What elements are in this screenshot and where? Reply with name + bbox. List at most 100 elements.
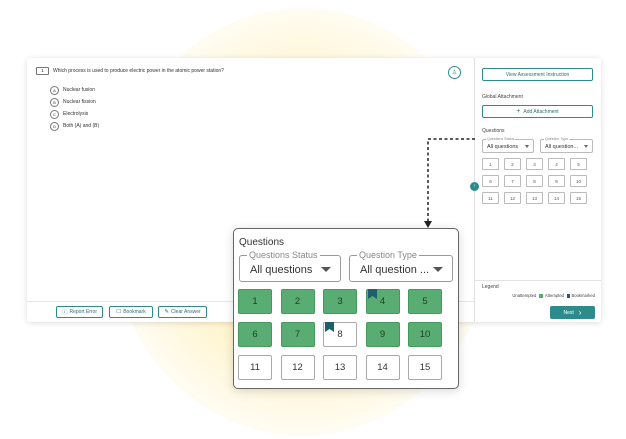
option-text: Both (A) and (B) [63,123,100,129]
question-cell-9[interactable]: 9 [365,322,400,347]
option-b[interactable]: B Nuclear fission [50,96,99,108]
option-text: Electrolysis [63,111,89,117]
questions-label: Questions [482,128,505,134]
question-cell-4[interactable]: 4 [365,289,400,314]
question-cell-13[interactable]: 13 [323,355,357,380]
collapse-panel-toggle[interactable]: › [470,182,479,191]
report-error-button[interactable]: ⓘ Report Error [56,306,103,318]
question-cell-14[interactable]: 14 [365,355,400,380]
type-select[interactable]: Question Type All question ... [349,250,453,282]
question-cell[interactable]: 2 [504,158,521,170]
question-cell[interactable]: 9 [548,175,565,187]
question-cell-3[interactable]: 3 [323,289,357,314]
option-letter: C [50,109,59,119]
question-cell[interactable]: 15 [570,192,587,204]
type-select[interactable]: Question Type All question... [540,137,593,153]
question-cell-label: 13 [334,362,346,373]
chevron-down-icon [525,145,529,148]
bookmark-label: Bookmark [123,309,146,315]
view-instruction-button[interactable]: View Assessment Instruction [482,68,593,81]
clear-answer-button[interactable]: ✎ Clear Answer [158,306,207,318]
type-select-legend: Question Type [544,137,570,141]
question-cell-label: 5 [422,296,428,307]
chevron-down-icon [584,145,588,148]
question-cell-label: 2 [294,296,301,307]
question-cell[interactable]: 1 [482,158,499,170]
status-select[interactable]: Questions Status All questions [482,137,534,153]
add-attachment-button[interactable]: + Add Attachment [482,105,593,118]
question-cell[interactable]: 13 [526,192,543,204]
popup-title: Questions [239,237,285,248]
question-cell-12[interactable]: 12 [280,355,315,380]
clear-answer-label: Clear Answer [170,309,201,315]
question-cell-1[interactable]: 1 [238,289,272,314]
answer-options: A Nuclear fusion B Nuclear fission C Ele… [50,84,99,132]
status-select-legend: Questions Status [486,137,516,141]
option-letter: A [50,85,59,95]
report-error-label: Report Error [69,309,98,315]
option-d[interactable]: D Both (A) and (B) [50,120,99,132]
question-number: 1 [36,67,49,75]
chevron-right-icon: › [578,307,582,317]
info-icon: ⓘ [61,310,68,316]
attempted-swatch [539,293,544,298]
legend: Legend Unattempted Attempted Bookmarked [475,280,601,301]
next-label: Next [563,309,574,316]
question-cell-label: 15 [419,362,431,373]
question-cell[interactable]: 10 [570,175,587,187]
question-cell[interactable]: 14 [548,192,565,204]
person-hint-icon[interactable]: ♙ [448,66,461,79]
type-select-legend: Question Type [357,250,419,260]
question-cell[interactable]: 6 [482,175,499,187]
option-text: Nuclear fusion [63,87,95,93]
question-cell-8[interactable]: 8 [323,322,357,347]
question-cell-10[interactable]: 10 [408,322,442,347]
question-text: Which process is used to produce electri… [53,68,224,74]
question-cell-6[interactable]: 6 [238,322,272,347]
eraser-icon: ✎ [164,309,169,315]
question-cell-2[interactable]: 2 [280,289,315,314]
question-cell[interactable]: 3 [526,158,543,170]
question-header: 1 Which process is used to produce elect… [36,67,224,75]
question-cell-label: 7 [294,329,301,340]
question-cell[interactable]: 8 [526,175,543,187]
question-cell-15[interactable]: 15 [408,355,442,380]
question-cell-label: 11 [250,362,260,373]
mini-question-grid: 1 2 3 4 5 6 7 8 9 10 11 12 13 14 15 [482,158,587,204]
question-cell[interactable]: 12 [504,192,521,204]
status-select[interactable]: Questions Status All questions [239,250,341,282]
type-select-value: All question ... [360,264,430,276]
legend-bookmarked: Bookmarked [571,293,595,298]
bookmark-icon [367,289,377,299]
question-cell[interactable]: 4 [548,158,565,170]
option-text: Nuclear fission [63,99,96,105]
question-cell-label: 12 [292,362,303,373]
chevron-down-icon [321,267,331,272]
legend-title: Legend [482,284,499,290]
option-letter: D [50,121,59,131]
question-cell[interactable]: 11 [482,192,499,204]
bookmark-button[interactable]: ☐ Bookmark [109,306,153,318]
status-select-value: All questions [487,144,519,150]
questions-sidebar: View Assessment Instruction Global Attac… [475,58,601,322]
bookmark-icon: ☐ [116,309,122,315]
question-cell-label: 3 [337,296,343,307]
type-select-value: All question... [545,144,579,150]
question-cell[interactable]: 5 [570,158,587,170]
question-cell-label: 6 [252,329,258,340]
chevron-down-icon [433,267,443,272]
question-grid: 1 2 3 4 5 6 7 8 9 10 11 12 13 14 15 [238,289,442,380]
question-cell-5[interactable]: 5 [408,289,442,314]
question-cell[interactable]: 7 [504,175,521,187]
option-a[interactable]: A Nuclear fusion [50,84,99,96]
plus-icon: + [516,108,521,115]
legend-items: Unattempted Attempted Bookmarked [475,293,595,298]
question-cell-11[interactable]: 11 [238,355,272,380]
question-cell-label: 8 [337,329,343,340]
next-button[interactable]: Next › [550,306,595,319]
option-c[interactable]: C Electrolysis [50,108,99,120]
legend-attempted: Attempted [544,293,564,298]
question-cell-7[interactable]: 7 [280,322,315,347]
bookmark-icon [325,322,334,332]
legend-unattempted: Unattempted [512,293,537,298]
